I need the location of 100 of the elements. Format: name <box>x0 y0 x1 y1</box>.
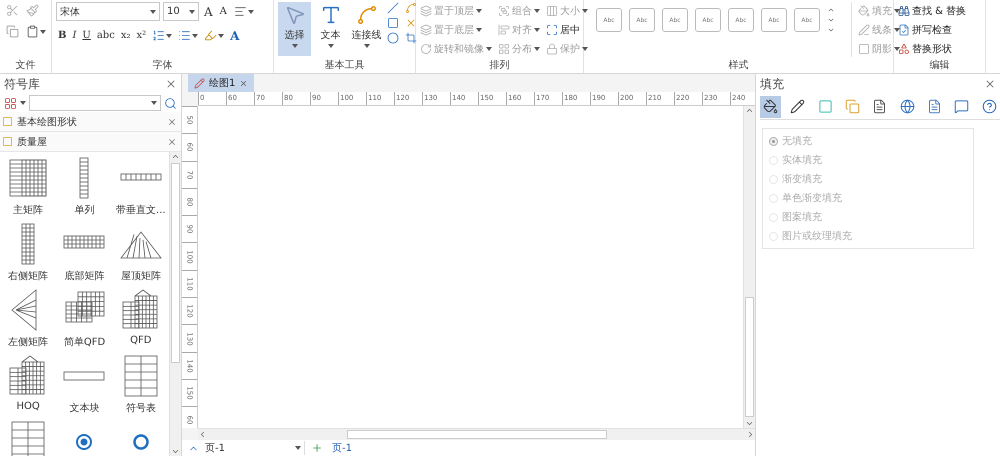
edit-button[interactable]: 查找 & 替换 <box>898 2 966 19</box>
shape-label: QFD <box>130 335 152 346</box>
tool-button[interactable]: 连接线 <box>350 2 383 56</box>
scrollbar[interactable] <box>743 106 755 428</box>
scrollbar[interactable] <box>169 152 181 456</box>
search-icon <box>164 96 177 110</box>
shape-label: 文本块 <box>69 402 100 415</box>
layers-icon <box>420 4 432 16</box>
ellipse-icon <box>387 32 399 44</box>
close-icon <box>239 78 248 88</box>
shape-label: HOQ <box>16 401 40 412</box>
caret-icon <box>894 8 900 12</box>
format-button[interactable]: U <box>80 30 93 41</box>
caret-icon <box>534 28 540 32</box>
group-label: 基本工具 <box>324 59 366 73</box>
copy-button[interactable] <box>4 23 21 40</box>
document-icon <box>872 99 888 114</box>
comment-icon <box>954 99 970 114</box>
group-label: 样式 <box>728 59 750 73</box>
shape-label: 右侧矩阵 <box>8 270 48 283</box>
caret-icon <box>894 28 900 32</box>
clipboard-icon <box>26 25 39 38</box>
format-button[interactable]: B <box>56 30 68 41</box>
brush-icon <box>26 4 39 17</box>
scrollbar[interactable] <box>198 428 755 440</box>
line-spacing-icon <box>152 29 166 42</box>
scroll-up-icon <box>827 6 835 14</box>
group-icon <box>498 4 510 16</box>
font-color-button[interactable]: A <box>228 28 242 42</box>
tool-button[interactable]: 选择 <box>278 2 311 56</box>
panel-title: 填充 <box>760 76 784 92</box>
edit-button[interactable]: 拼写检查 <box>898 21 966 38</box>
format-button[interactable]: x² <box>134 30 148 41</box>
document-tab[interactable]: 绘图1 <box>188 74 254 92</box>
square-icon <box>818 99 833 114</box>
help-icon <box>982 99 997 114</box>
shape-label: 左侧矩阵 <box>8 336 48 349</box>
scroll-down-icon <box>745 419 754 428</box>
columns-icon <box>546 4 558 16</box>
caret-icon <box>364 44 370 48</box>
align-icon <box>498 24 510 36</box>
font-select[interactable]: 宋体 <box>56 2 160 21</box>
caret-icon <box>218 34 224 38</box>
grid-icon <box>498 42 510 54</box>
arrange-button[interactable]: 居中 <box>546 21 588 38</box>
add-page-icon <box>311 442 323 454</box>
caret-icon <box>894 46 900 50</box>
panel-tab[interactable] <box>760 96 782 118</box>
square-icon <box>858 42 870 54</box>
panel-title: 符号库 <box>4 76 40 92</box>
shape-label: 主矩阵 <box>13 204 44 217</box>
shape-label: 单列 <box>74 204 94 217</box>
scroll-up-icon <box>171 152 180 161</box>
caret-icon <box>292 44 298 48</box>
shape-label: 底部矩阵 <box>64 270 104 283</box>
page-icon <box>927 99 942 114</box>
edit-button[interactable]: 替换形状 <box>898 40 966 57</box>
caret-icon <box>534 8 540 12</box>
font-size-select[interactable]: 10 <box>163 2 199 21</box>
caret-icon <box>189 10 195 14</box>
caret-icon <box>582 8 588 12</box>
globe-icon <box>900 99 915 114</box>
caret-icon <box>328 44 334 48</box>
close-icon <box>167 136 177 146</box>
shape-label: 简单QFD <box>64 336 106 349</box>
drawing-file-icon <box>194 78 205 88</box>
caret-icon <box>476 28 482 32</box>
scroll-down-icon <box>171 447 180 456</box>
group-label: 文件 <box>14 59 36 73</box>
shrink-font-button[interactable]: A <box>218 6 229 17</box>
format-button[interactable]: I <box>70 30 78 41</box>
paint-bucket-icon <box>858 4 870 16</box>
rectangle-icon <box>387 17 399 29</box>
align-left-icon <box>234 5 247 18</box>
more-icon <box>827 26 835 34</box>
tool-button[interactable]: 文本 <box>314 2 347 56</box>
copy-icon <box>6 25 19 38</box>
caret-icon <box>476 8 482 12</box>
library-folder-icon <box>2 136 13 147</box>
format-button[interactable]: x₂ <box>118 30 132 41</box>
library-folder-icon <box>2 116 13 127</box>
caret-icon <box>248 10 254 14</box>
pen-line-icon <box>858 24 870 36</box>
group-label: 字体 <box>152 59 174 73</box>
format-button[interactable]: abc <box>94 30 117 41</box>
file-check-icon <box>898 24 910 36</box>
close-icon <box>165 78 177 90</box>
search-field[interactable] <box>29 95 161 111</box>
grow-font-button[interactable]: A <box>202 4 215 18</box>
scroll-left-icon <box>198 430 207 439</box>
caret-icon <box>40 30 46 34</box>
paint-bucket-icon <box>763 99 778 114</box>
caret-icon <box>295 446 301 450</box>
page-select[interactable]: 页-1 <box>205 441 305 455</box>
caret-icon <box>486 46 492 50</box>
caret-icon <box>20 101 26 105</box>
caret-icon <box>151 101 157 105</box>
caret-icon <box>534 46 540 50</box>
shape-label: 屋顶矩阵 <box>120 270 161 283</box>
caret-icon <box>582 46 588 50</box>
